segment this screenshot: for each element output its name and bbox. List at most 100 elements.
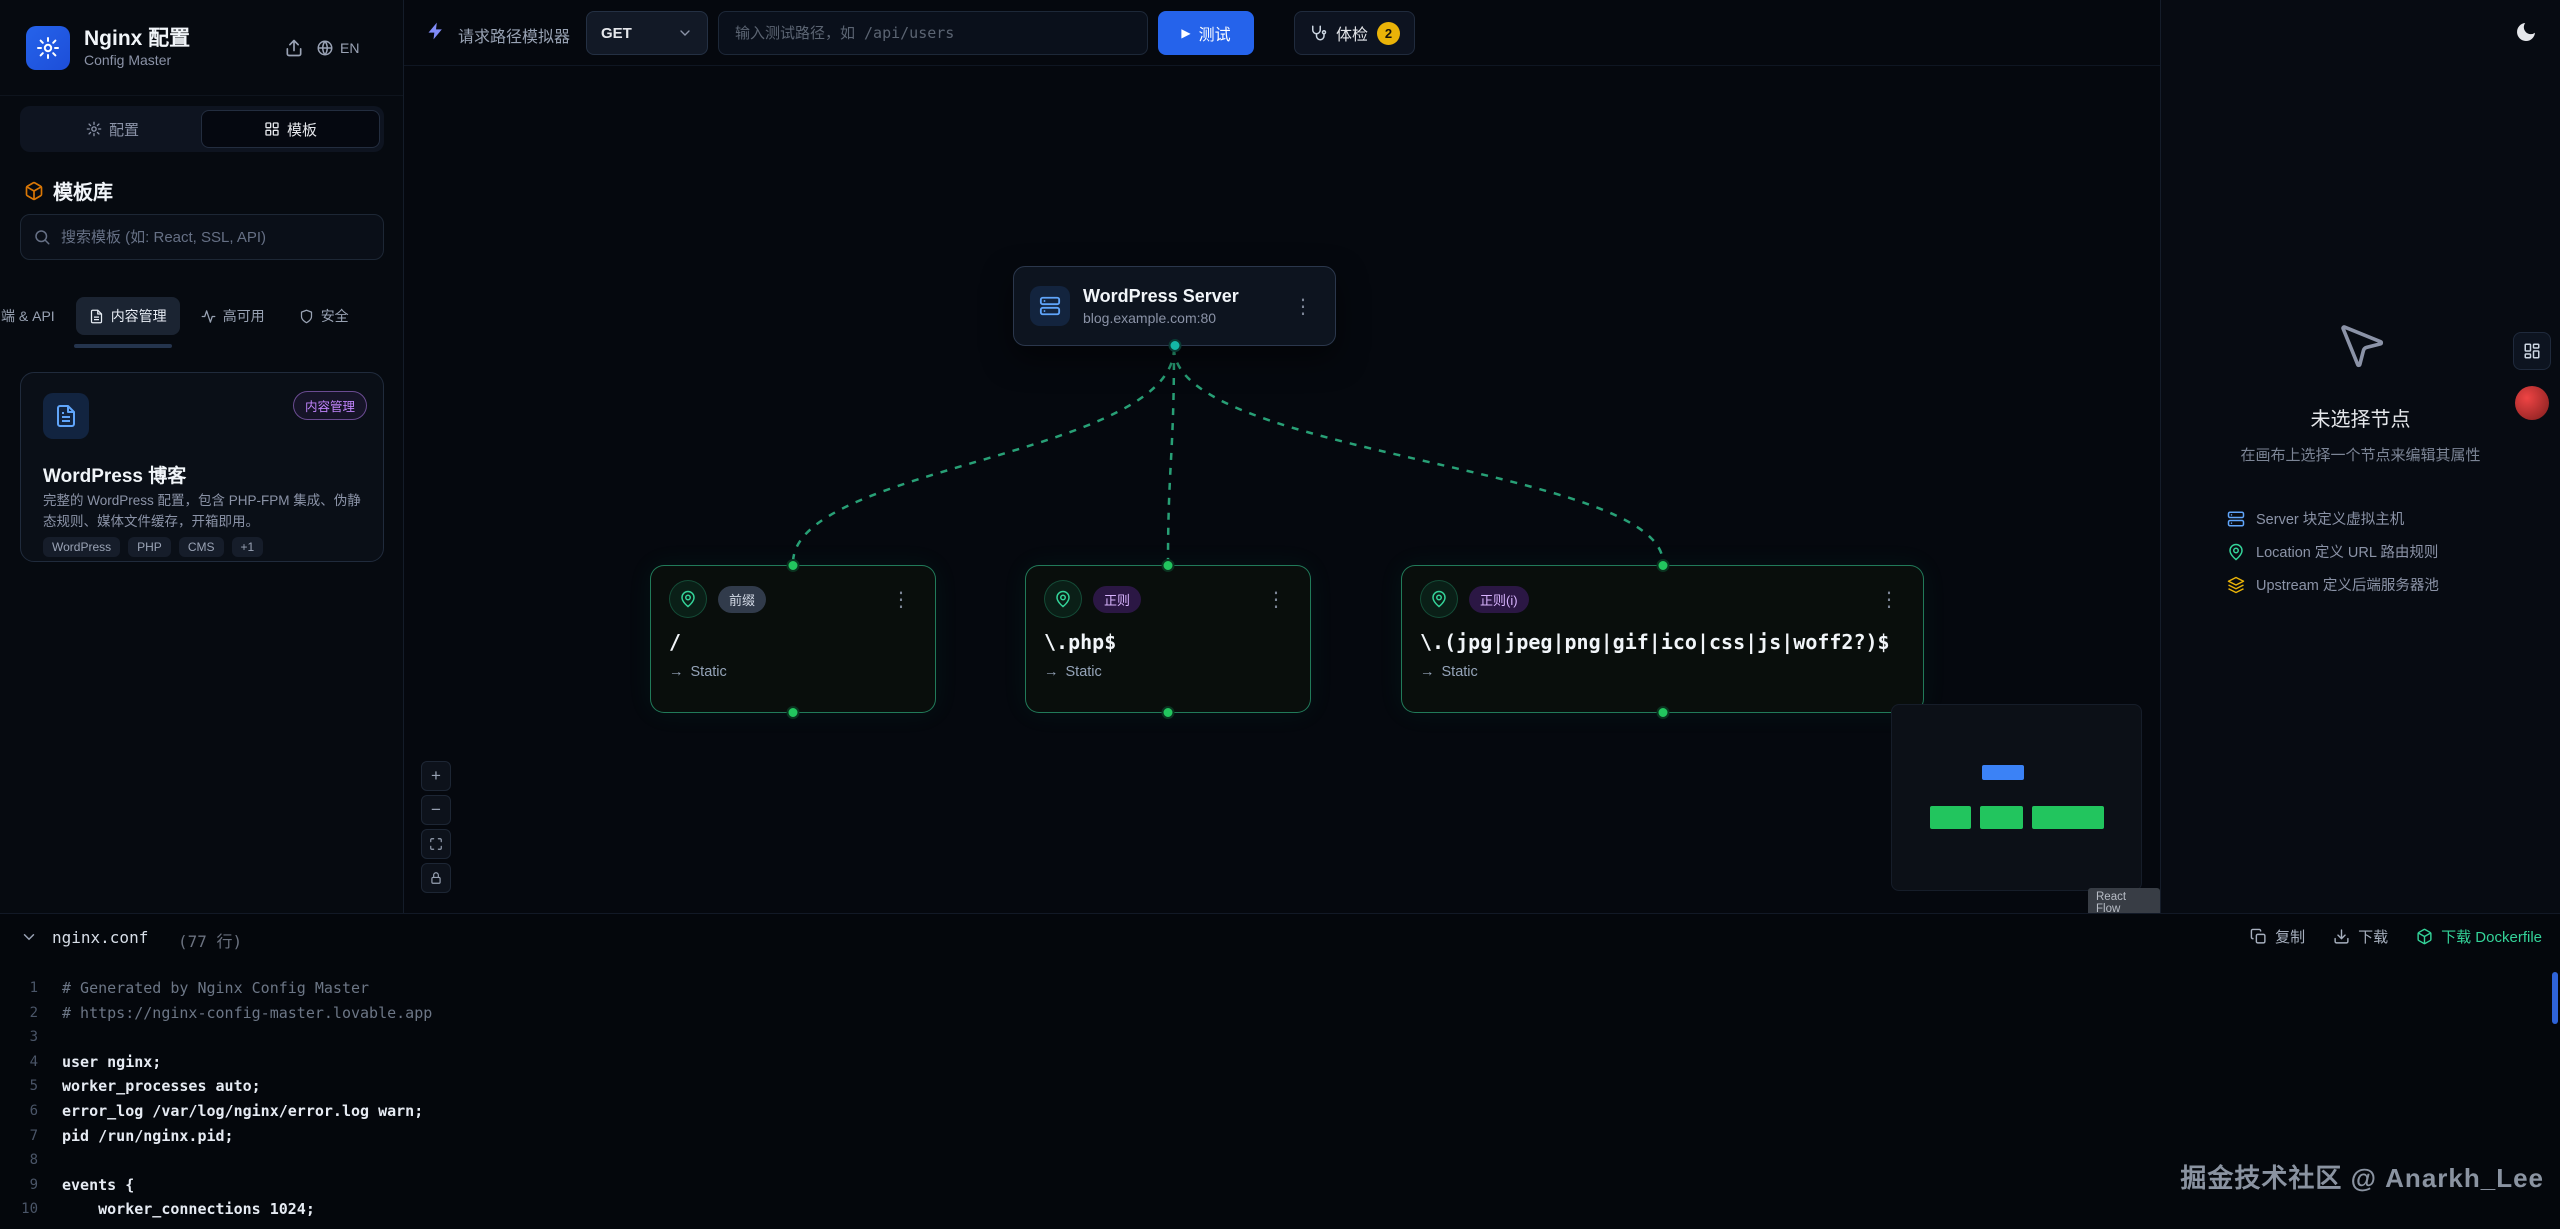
code-filename[interactable]: nginx.conf [52, 928, 148, 947]
test-button[interactable]: ▶ 测试 [1158, 11, 1254, 55]
location-output-handle[interactable] [787, 706, 800, 719]
minimap[interactable] [1891, 704, 2142, 891]
download-dockerfile-button[interactable]: 下载 Dockerfile [2416, 926, 2542, 947]
export-button[interactable] [276, 30, 312, 66]
card-title: WordPress 博客 [43, 461, 186, 488]
location-output-handle[interactable] [1162, 706, 1175, 719]
server-output-handle[interactable] [1168, 339, 1181, 352]
react-flow-attribution: React Flow [2088, 888, 2160, 913]
match-type-badge: 正则(i) [1469, 586, 1529, 613]
location-node-static-assets[interactable]: 正则(i) ⋮ \.(jpg|jpeg|png|gif|ico|css|js|w… [1401, 565, 1924, 713]
location-input-handle[interactable] [1656, 559, 1669, 572]
scrollbar-thumb[interactable] [2552, 972, 2558, 1024]
tag: WordPress [43, 537, 120, 557]
download-button[interactable]: 下载 [2333, 926, 2388, 947]
location-input-handle[interactable] [787, 559, 800, 572]
server-node[interactable]: WordPress Server blog.example.com:80 ⋮ [1013, 266, 1336, 346]
file-text-icon [89, 309, 104, 324]
avatar[interactable] [2515, 386, 2549, 420]
moon-icon [2514, 20, 2538, 44]
location-node-prefix[interactable]: 前缀 ⋮ / → Static [650, 565, 936, 713]
language-toggle[interactable]: EN [316, 30, 359, 66]
node-menu-button[interactable]: ⋮ [1287, 292, 1319, 321]
location-node-php[interactable]: 正则 ⋮ \.php$ → Static [1025, 565, 1311, 713]
legend-server: Server 块定义虚拟主机 [2227, 508, 2439, 529]
code-line: 1# Generated by Nginx Config Master [0, 976, 2560, 1001]
lock-button[interactable] [421, 863, 451, 893]
code-line: 7pid /run/nginx.pid; [0, 1124, 2560, 1149]
node-menu-button[interactable]: ⋮ [1260, 585, 1292, 614]
mouse-pointer-icon [2334, 318, 2388, 372]
zoom-out-button[interactable]: − [421, 795, 451, 825]
empty-title: 未选择节点 [2161, 403, 2560, 432]
legend-location: Location 定义 URL 路由规则 [2227, 541, 2439, 562]
template-library-title: 模板库 [24, 176, 113, 205]
code-editor[interactable]: 1# Generated by Nginx Config Master 2# h… [0, 976, 2560, 1222]
left-sidebar: Nginx 配置 Config Master EN 配置 模板 [0, 0, 404, 913]
location-input-handle[interactable] [1162, 559, 1175, 572]
server-icon [1030, 286, 1070, 326]
tab-config[interactable]: 配置 [24, 110, 201, 148]
lock-icon [429, 871, 443, 885]
stethoscope-icon [1309, 24, 1327, 42]
zap-icon [426, 21, 446, 41]
edge-server-loc3 [1174, 348, 1663, 563]
location-pin-icon [669, 580, 707, 618]
edge-server-loc2 [1168, 348, 1174, 563]
location-pin-icon [1420, 580, 1458, 618]
method-select[interactable]: GET [586, 11, 708, 55]
arrow-right-icon: → [1420, 664, 1435, 680]
legend-upstream: Upstream 定义后端服务器池 [2227, 574, 2439, 595]
code-line: 9events { [0, 1173, 2560, 1198]
empty-hint: 在画布上选择一个节点来编辑其属性 [2161, 444, 2560, 465]
location-pin-icon [1044, 580, 1082, 618]
globe-icon [316, 39, 334, 57]
health-check-button[interactable]: 体检 2 [1294, 11, 1415, 55]
flow-canvas[interactable]: WordPress Server blog.example.com:80 ⋮ 前… [404, 66, 2160, 913]
copy-button[interactable]: 复制 [2250, 926, 2305, 947]
minimap-location-node [1980, 806, 2023, 829]
upload-icon [284, 38, 304, 58]
category-security[interactable]: 安全 [286, 297, 362, 335]
code-line: 10 worker_connections 1024; [0, 1197, 2560, 1222]
maximize-icon [429, 837, 443, 851]
community-watermark: 掘金技术社区 @ Anarkh_Lee [2180, 1158, 2544, 1195]
empty-selection-state: 未选择节点 在画布上选择一个节点来编辑其属性 [2161, 318, 2560, 465]
chevron-down-icon [677, 25, 693, 41]
config-gear-icon [86, 121, 102, 137]
theme-toggle-button[interactable] [2506, 12, 2546, 52]
fit-view-button[interactable] [421, 829, 451, 859]
widgets-button[interactable] [2513, 332, 2551, 370]
card-description: 完整的 WordPress 配置，包含 PHP-FPM 集成、伪静态规则、媒体文… [43, 491, 365, 533]
category-ha[interactable]: 高可用 [188, 297, 278, 335]
arrow-right-icon: → [1044, 664, 1059, 680]
package-icon [24, 181, 44, 201]
tag: +1 [232, 537, 264, 557]
code-output-panel: nginx.conf (77 行) 复制 下载 下载 Dockerfile [0, 913, 2560, 1229]
location-output-handle[interactable] [1656, 706, 1669, 719]
node-menu-button[interactable]: ⋮ [885, 585, 917, 614]
match-type-badge: 正则 [1093, 586, 1141, 613]
category-cms[interactable]: 内容管理 [76, 297, 180, 335]
upstream-icon [2227, 576, 2245, 594]
tab-templates[interactable]: 模板 [201, 110, 380, 148]
grid-icon [264, 121, 280, 137]
code-line-count: (77 行) [178, 928, 242, 952]
template-card-wordpress[interactable]: 内容管理 WordPress 博客 完整的 WordPress 配置，包含 PH… [20, 372, 384, 562]
canvas-controls: + − [421, 761, 451, 893]
zoom-in-button[interactable]: + [421, 761, 451, 791]
node-type-legend: Server 块定义虚拟主机 Location 定义 URL 路由规则 Upst… [2227, 508, 2439, 595]
app-title: Nginx 配置 [84, 22, 190, 52]
test-path-input[interactable] [718, 11, 1148, 55]
layout-dashboard-icon [2523, 342, 2541, 360]
location-target: Static [1066, 664, 1102, 680]
download-icon [2333, 928, 2350, 945]
category-scrollbar[interactable] [74, 344, 172, 348]
search-input[interactable] [61, 229, 371, 246]
collapse-chevron-icon[interactable] [20, 928, 38, 946]
server-node-subtitle: blog.example.com:80 [1083, 310, 1239, 326]
simulator-label: 请求路径模拟器 [458, 23, 570, 47]
arrow-right-icon: → [669, 664, 684, 680]
node-menu-button[interactable]: ⋮ [1873, 585, 1905, 614]
category-api[interactable]: 端 & API [0, 297, 68, 335]
